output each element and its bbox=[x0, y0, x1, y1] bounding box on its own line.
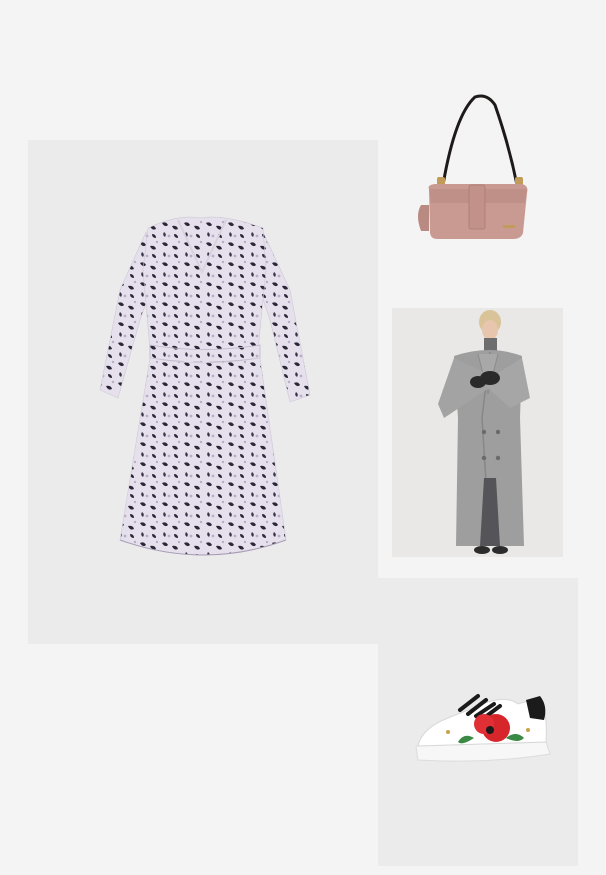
dress-product-tile[interactable] bbox=[28, 140, 378, 644]
sneaker-product-tile[interactable] bbox=[378, 578, 578, 866]
grey-wool-coat-model-image bbox=[392, 308, 563, 557]
pink-shoulder-bag-image bbox=[418, 94, 528, 239]
shoulder-bag-product-tile[interactable] bbox=[405, 85, 545, 250]
floral-white-sneaker-image bbox=[415, 694, 551, 762]
printed-wrap-dress-image bbox=[99, 216, 311, 556]
outfit-board: { "board": { "background": "#f4f4f4", "i… bbox=[0, 0, 606, 875]
coat-product-tile[interactable] bbox=[392, 308, 563, 557]
